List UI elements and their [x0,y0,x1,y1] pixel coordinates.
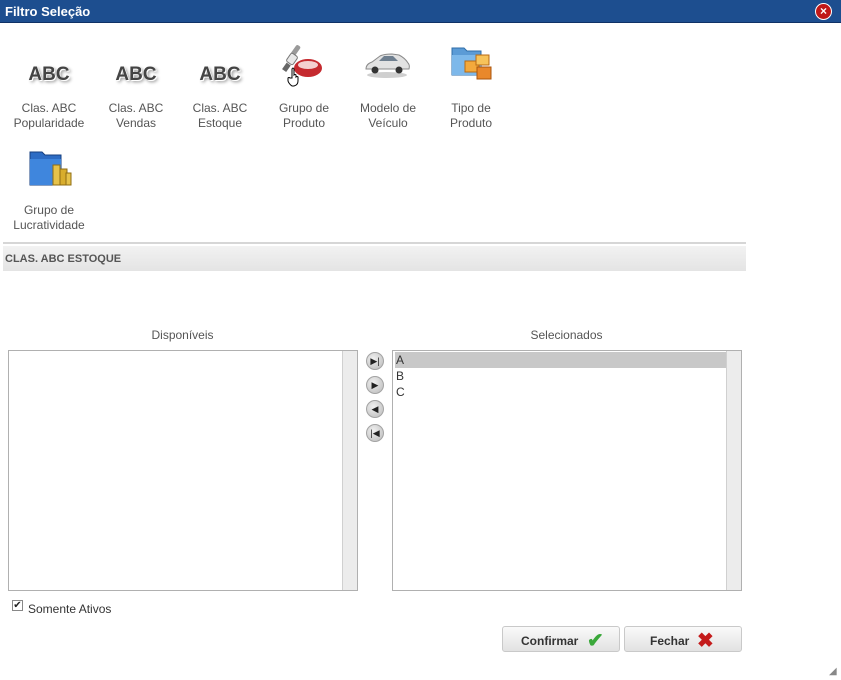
move-all-right-button[interactable]: ▶| [366,352,384,370]
right-icon: ▶ [371,380,379,390]
filter-label-line2: Estoque [197,116,243,130]
somente-ativos-checkbox[interactable]: ✔ [12,600,23,611]
available-header: Disponíveis [151,328,214,342]
section-title: CLAS. ABC ESTOQUE [5,253,122,265]
fechar-button-label: Fechar [650,634,690,648]
left-icon: ◀ [371,404,379,414]
section-divider [3,242,746,244]
filter-grupo-lucratividade[interactable]: Grupo de Lucratividade [7,148,91,232]
filter-modelo-veiculo[interactable]: Modelo de Veículo [346,46,430,130]
filter-tipo-produto[interactable]: Tipo de Produto [429,46,513,130]
filter-label-line2: Lucratividade [13,218,85,232]
filter-label-line2: Veículo [368,116,408,130]
selected-listbox[interactable]: A B C [392,350,742,591]
selected-option-a[interactable]: A [395,352,727,368]
confirm-button-label: Confirmar [521,634,579,648]
abc-text-icon: ABC [28,64,70,85]
somente-ativos-label: Somente Ativos [28,602,112,616]
move-left-button[interactable]: ◀ [366,400,384,418]
confirm-button[interactable]: Confirmar ✔ [502,626,620,652]
folder-boxes-icon [451,47,492,80]
check-icon: ✔ [587,630,604,652]
car-icon [365,53,410,78]
fechar-button[interactable]: Fechar ✖ [624,626,742,652]
filter-grupo-produto[interactable]: Grupo de Produto [262,45,346,130]
dialog-title: Filtro Seleção [5,4,91,19]
filter-abc-popularidade[interactable]: ABC Clas. ABC Popularidade [7,46,91,130]
filter-label-line1: Clas. ABC [21,101,77,115]
filter-label-line2: Produto [449,116,493,130]
move-right-button[interactable]: ▶ [366,376,384,394]
selected-option-c[interactable]: C [395,384,727,400]
folder-coins-icon [29,151,72,186]
dialog-titlebar: Filtro Seleção × [0,0,841,23]
close-dialog-button[interactable]: × [815,3,832,20]
filter-label-line2: Produto [282,116,326,130]
filter-abc-estoque[interactable]: ABC Clas. ABC Estoque [178,46,262,130]
filter-label-line1: Modelo de [359,101,417,115]
abc-text-icon: ABC [115,64,157,85]
resize-grip-icon[interactable]: ◢ [829,666,837,677]
filter-label-line2: Vendas [115,116,157,130]
abc-text-icon: ABC [199,64,241,85]
selected-scrollbar[interactable] [726,351,741,590]
section-header: CLAS. ABC ESTOQUE [3,246,746,271]
filter-label-line2: Popularidade [13,116,85,130]
available-scrollbar[interactable] [342,351,357,590]
filter-label-line1: Clas. ABC [192,101,248,115]
filter-label-line1: Tipo de [451,101,491,115]
move-all-left-button[interactable]: |◀ [366,424,384,442]
filter-label-line1: Grupo de [23,203,75,217]
filter-abc-vendas[interactable]: ABC Clas. ABC Vendas [94,46,178,130]
checkmark-icon: ✔ [13,600,22,611]
filter-label-line1: Clas. ABC [108,101,164,115]
filter-label-line1: Grupo de [278,101,330,115]
available-listbox[interactable] [8,350,358,591]
spark-plug-icon [282,45,322,87]
double-left-icon: |◀ [370,428,380,438]
double-right-icon: ▶| [370,356,380,366]
selected-option-b[interactable]: B [395,368,727,384]
selected-header: Selecionados [530,328,603,342]
x-icon: ✖ [697,630,714,652]
close-icon: × [816,4,831,19]
